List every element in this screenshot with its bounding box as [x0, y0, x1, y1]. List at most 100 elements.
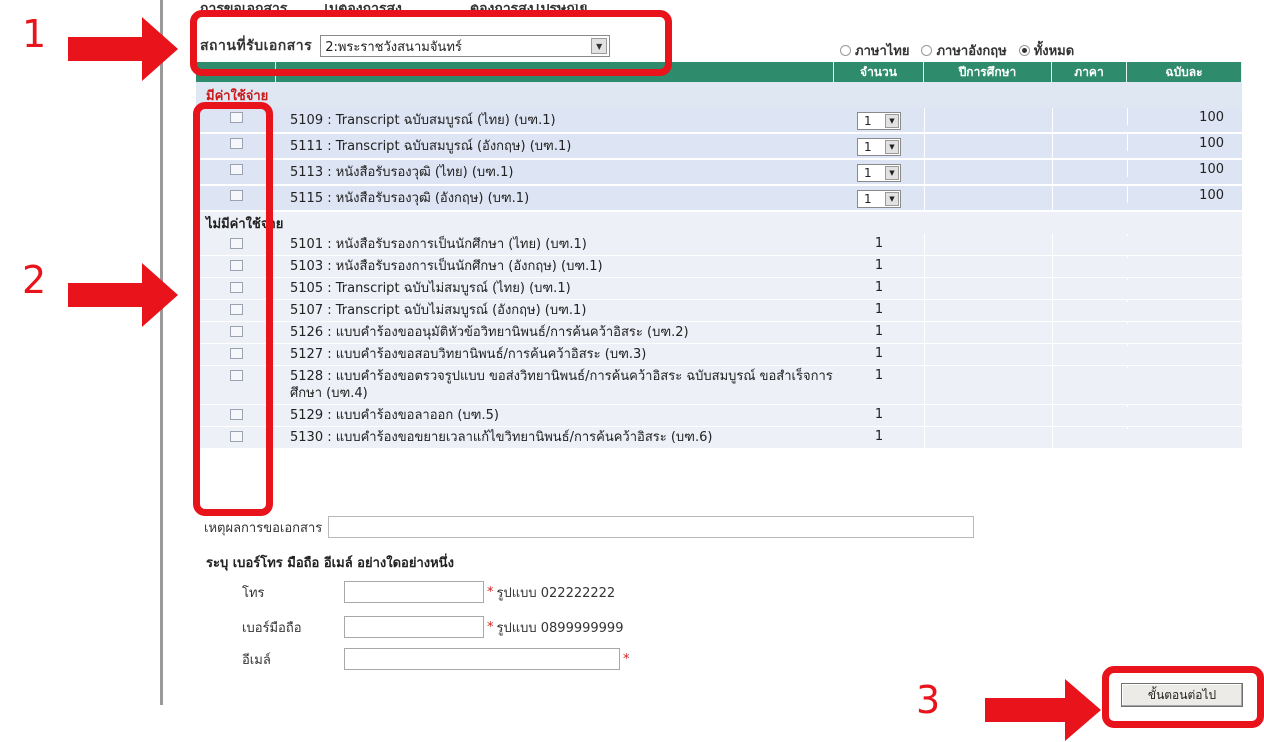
- semester-cell: [1052, 405, 1127, 426]
- dropdown-arrow-icon[interactable]: ▼: [885, 166, 899, 180]
- quantity-cell: 1 ▼: [834, 186, 924, 208]
- document-name: 5130 : แบบคำร้องขอขยายเวลาแก้ไขวิทยานิพน…: [290, 430, 713, 445]
- dropdown-arrow-icon[interactable]: ▼: [885, 114, 899, 128]
- table-row: 5113 : หนังสือรับรองวุฒิ (ไทย) (บฑ.1) 1 ▼ 1…: [196, 160, 1242, 186]
- table-row: 5130 : แบบคำร้องขอขยายเวลาแก้ไขวิทยานิพน…: [196, 427, 1242, 449]
- quantity-value: 1: [874, 324, 884, 339]
- quantity-select[interactable]: 1 ▼: [857, 164, 901, 182]
- lang-all-label: ทั้งหมด: [1033, 44, 1075, 59]
- table-row: 5109 : Transcript ฉบับสมบูรณ์ (ไทย) (บฑ.…: [196, 108, 1242, 134]
- semester-cell: [1052, 278, 1127, 299]
- document-name: 5113 : หนังสือรับรองวุฒิ (ไทย) (บฑ.1): [290, 164, 514, 180]
- quantity-select[interactable]: 1 ▼: [857, 190, 901, 208]
- academic-year-cell: [924, 366, 1052, 404]
- callout-number-1: 1: [22, 12, 47, 56]
- quantity-value: 1: [864, 192, 872, 206]
- quantity-cell: 1 ▼: [834, 160, 924, 182]
- table-row: 5101 : หนังสือรับรองการเป็นนักศึกษา (ไทย…: [196, 234, 1242, 256]
- dropdown-arrow-icon[interactable]: ▼: [885, 140, 899, 154]
- price-cell: [1127, 322, 1242, 324]
- table-row: 5111 : Transcript ฉบับสมบูรณ์ (อังกฤษ) (…: [196, 134, 1242, 160]
- quantity-cell: 1 ▼: [834, 108, 924, 130]
- dropdown-arrow-icon[interactable]: ▼: [885, 192, 899, 206]
- academic-year-cell: [924, 186, 1052, 210]
- quantity-value: 1: [864, 140, 872, 154]
- quantity-cell: 1 ▼: [834, 134, 924, 156]
- semester-cell: [1052, 322, 1127, 343]
- semester-cell: [1052, 134, 1127, 158]
- academic-year-cell: [924, 134, 1052, 158]
- academic-year-cell: [924, 108, 1052, 132]
- quantity-value: 1: [874, 236, 884, 251]
- price-cell: 100: [1127, 160, 1242, 177]
- semester-cell: [1052, 234, 1127, 255]
- quantity-value: 1: [874, 368, 884, 383]
- paid-rows: 5109 : Transcript ฉบับสมบูรณ์ (ไทย) (บฑ.…: [196, 108, 1242, 212]
- quantity-value: 1: [874, 346, 884, 361]
- radio-all[interactable]: [1018, 45, 1030, 56]
- academic-year-cell: [924, 278, 1052, 299]
- table-row: 5126 : แบบคำร้องขออนุมัติหัวข้อวิทยานิพน…: [196, 322, 1242, 344]
- table-row: 5129 : แบบคำร้องขอลาออก (บฑ.5) 1: [196, 405, 1242, 427]
- mobile-format-hint: รูปแบบ 0899999999: [496, 620, 624, 636]
- price-cell: [1127, 405, 1242, 407]
- phone-format-hint: รูปแบบ 022222222: [496, 585, 616, 601]
- semester-cell: [1052, 108, 1127, 132]
- document-name: 5128 : แบบคำร้องขอตรวจรูปแบบ ขอส่งวิทยาน…: [290, 369, 833, 401]
- quantity-select[interactable]: 1 ▼: [857, 112, 901, 130]
- lang-english-label: ภาษาอังกฤษ: [936, 44, 1007, 59]
- table-row: 5105 : Transcript ฉบับไม่สมบูรณ์ (ไทย) (…: [196, 278, 1242, 300]
- academic-year-cell: [924, 344, 1052, 365]
- table-row: 5128 : แบบคำร้องขอตรวจรูปแบบ ขอส่งวิทยาน…: [196, 366, 1242, 405]
- phone-label: โทร: [242, 585, 265, 601]
- callout-arrow-1-icon: [68, 17, 178, 81]
- section-free-title: ไม่มีค่าใช้จ่าย: [196, 212, 1242, 234]
- price-cell: 100: [1127, 186, 1242, 203]
- academic-year-cell: [924, 160, 1052, 184]
- required-mark: *: [487, 619, 494, 635]
- header-price: ฉบับละ: [1127, 62, 1242, 82]
- email-input[interactable]: [344, 648, 620, 670]
- price-cell: [1127, 427, 1242, 429]
- lang-option-all[interactable]: ทั้งหมด: [1018, 40, 1075, 61]
- callout-arrow-2-icon: [68, 263, 178, 327]
- document-table: จำนวน ปีการศึกษา ภาคา ฉบับละ มีค่าใช้จ่า…: [196, 62, 1242, 449]
- document-name: 5115 : หนังสือรับรองวุฒิ (อังกฤษ) (บฑ.1): [290, 190, 530, 206]
- radio-english[interactable]: [921, 45, 933, 56]
- table-row: 5107 : Transcript ฉบับไม่สมบูรณ์ (อังกฤษ…: [196, 300, 1242, 322]
- document-name: 5126 : แบบคำร้องขออนุมัติหัวข้อวิทยานิพน…: [290, 325, 689, 340]
- callout-number-3: 3: [916, 678, 941, 722]
- email-row: อีเมล์ *: [242, 648, 633, 670]
- semester-cell: [1052, 427, 1127, 448]
- table-row: 5127 : แบบคำร้องขอสอบวิทยานิพนธ์/การค้นค…: [196, 344, 1242, 366]
- academic-year-cell: [924, 300, 1052, 321]
- price-cell: 100: [1127, 134, 1242, 151]
- quantity-value: 1: [874, 258, 884, 273]
- radio-thai[interactable]: [840, 45, 851, 56]
- academic-year-cell: [924, 322, 1052, 343]
- quantity-select[interactable]: 1 ▼: [857, 138, 901, 156]
- callout-box-2: [193, 102, 273, 516]
- document-name: 5129 : แบบคำร้องขอลาออก (บฑ.5): [290, 408, 499, 423]
- semester-cell: [1052, 300, 1127, 321]
- quantity-value: 1: [874, 302, 884, 317]
- price-cell: [1127, 256, 1242, 258]
- callout-box-1: [190, 10, 672, 76]
- callout-box-3: [1102, 666, 1264, 728]
- price-cell: [1127, 278, 1242, 280]
- semester-cell: [1052, 186, 1127, 210]
- phone-input[interactable]: [344, 581, 484, 603]
- header-semester: ภาคา: [1052, 62, 1127, 82]
- reason-input[interactable]: [328, 516, 975, 538]
- phone-row: โทร * รูปแบบ 022222222: [242, 581, 615, 603]
- document-name: 5105 : Transcript ฉบับไม่สมบูรณ์ (ไทย) (…: [290, 281, 571, 296]
- mobile-row: เบอร์มือถือ * รูปแบบ 0899999999: [242, 616, 623, 638]
- lang-option-english[interactable]: ภาษาอังกฤษ: [921, 40, 1007, 61]
- callout-arrow-3-icon: [985, 679, 1101, 741]
- quantity-value: 1: [874, 407, 884, 422]
- lang-option-thai[interactable]: ภาษาไทย: [840, 40, 909, 61]
- contact-instructions: ระบุ เบอร์โทร มือถือ อีเมล์ อย่างใดอย่าง…: [206, 556, 454, 571]
- mobile-input[interactable]: [344, 616, 484, 638]
- document-name: 5109 : Transcript ฉบับสมบูรณ์ (ไทย) (บฑ.…: [290, 112, 556, 128]
- reason-label: เหตุผลการขอเอกสาร: [204, 520, 323, 536]
